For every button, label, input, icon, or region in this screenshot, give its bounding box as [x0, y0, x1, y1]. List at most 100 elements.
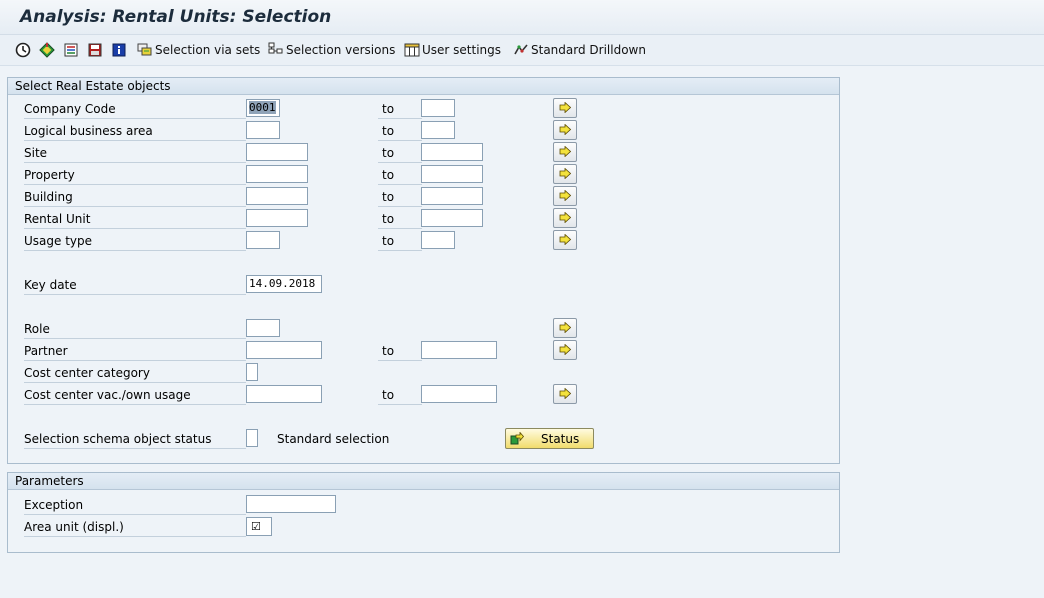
usage-type-label: Usage type	[24, 232, 246, 251]
role-label: Role	[24, 320, 246, 339]
building-to-input[interactable]	[421, 187, 483, 205]
selection-via-sets-button[interactable]: Selection via sets	[137, 40, 260, 60]
select-group-header: Select Real Estate objects	[8, 78, 839, 95]
rental-unit-from-input[interactable]	[246, 209, 308, 227]
rental-unit-multiple-button[interactable]	[553, 208, 577, 228]
building-from-input[interactable]	[246, 187, 308, 205]
get-variant-icon	[39, 42, 55, 58]
area-unit-label: Area unit (displ.)	[24, 518, 246, 537]
select-all-button[interactable]	[63, 40, 79, 60]
cost-center-vac-to-input[interactable]	[421, 385, 497, 403]
area-unit-checkbox[interactable]: ☑	[246, 517, 272, 536]
rental-unit-to-input[interactable]	[421, 209, 483, 227]
drilldown-icon	[514, 44, 528, 55]
role-input[interactable]	[246, 319, 280, 337]
status-button-label: Status	[541, 432, 580, 446]
multiple-selection-arrow-icon	[559, 212, 571, 223]
property-to-label: to	[378, 166, 422, 185]
multiple-selection-arrow-icon	[559, 344, 571, 355]
rental-unit-to-label: to	[378, 210, 422, 229]
partner-label: Partner	[24, 342, 246, 361]
user-settings-button[interactable]: User settings	[404, 40, 501, 60]
logical-business-area-to-input[interactable]	[421, 121, 455, 139]
key-date-input[interactable]: 14.09.2018	[246, 275, 322, 293]
multiple-selection-arrow-icon	[559, 168, 571, 179]
multiple-selection-arrow-icon	[559, 124, 571, 135]
get-variant-button[interactable]	[39, 40, 55, 60]
site-to-label: to	[378, 144, 422, 163]
execute-clock-icon	[15, 42, 31, 58]
parameters-group: Parameters Exception Area unit (displ.) …	[7, 472, 840, 553]
selection-schema-input[interactable]	[246, 429, 258, 447]
multiple-selection-arrow-icon	[559, 102, 571, 113]
rental-unit-label: Rental Unit	[24, 210, 246, 229]
usage-type-to-input[interactable]	[421, 231, 455, 249]
select-all-icon	[64, 43, 78, 57]
logical-business-area-label: Logical business area	[24, 122, 246, 141]
company-code-to-label: to	[378, 100, 422, 119]
site-label: Site	[24, 144, 246, 163]
logical-business-area-from-input[interactable]	[246, 121, 280, 139]
info-button[interactable]	[111, 40, 127, 60]
versions-icon	[268, 42, 283, 54]
save-variant-button[interactable]	[87, 40, 103, 60]
building-to-label: to	[378, 188, 422, 207]
property-multiple-button[interactable]	[553, 164, 577, 184]
building-multiple-button[interactable]	[553, 186, 577, 206]
multiple-selection-arrow-icon	[559, 146, 571, 157]
company-code-label: Company Code	[24, 100, 246, 119]
company-code-from-value: 0001	[249, 101, 276, 114]
usage-type-from-input[interactable]	[246, 231, 280, 249]
key-date-label: Key date	[24, 276, 246, 295]
site-to-input[interactable]	[421, 143, 483, 161]
partner-to-input[interactable]	[421, 341, 497, 359]
building-label: Building	[24, 188, 246, 207]
selection-schema-text: Standard selection	[277, 432, 390, 446]
multiple-selection-arrow-icon	[559, 388, 571, 399]
status-icon	[510, 432, 524, 445]
cost-center-vac-to-label: to	[378, 386, 422, 405]
standard-drilldown-label: Standard Drilldown	[531, 43, 646, 57]
sets-icon	[137, 43, 152, 56]
parameters-group-header: Parameters	[8, 473, 839, 490]
logical-business-area-to-label: to	[378, 122, 422, 141]
cost-center-category-input[interactable]	[246, 363, 258, 381]
standard-drilldown-button[interactable]: Standard Drilldown	[513, 40, 646, 60]
cost-center-vac-from-input[interactable]	[246, 385, 322, 403]
page-title: Analysis: Rental Units: Selection	[20, 7, 332, 27]
role-multiple-button[interactable]	[553, 318, 577, 338]
partner-to-label: to	[378, 342, 422, 361]
multiple-selection-arrow-icon	[559, 190, 571, 201]
partner-multiple-button[interactable]	[553, 340, 577, 360]
save-variant-icon	[88, 43, 102, 57]
partner-from-input[interactable]	[246, 341, 322, 359]
select-real-estate-group: Select Real Estate objects Company Code …	[7, 77, 840, 464]
property-from-input[interactable]	[246, 165, 308, 183]
selection-schema-label: Selection schema object status	[24, 430, 246, 449]
property-to-input[interactable]	[421, 165, 483, 183]
multiple-selection-arrow-icon	[559, 234, 571, 245]
property-label: Property	[24, 166, 246, 185]
selection-versions-button[interactable]: Selection versions	[268, 40, 395, 60]
logical-business-area-multiple-button[interactable]	[553, 120, 577, 140]
company-code-from-input[interactable]: 0001	[246, 99, 280, 117]
cost-center-vac-label: Cost center vac./own usage	[24, 386, 246, 405]
company-code-to-input[interactable]	[421, 99, 455, 117]
application-toolbar: Selection via sets Selection versions Us…	[0, 35, 1044, 96]
site-multiple-button[interactable]	[553, 142, 577, 162]
site-from-input[interactable]	[246, 143, 308, 161]
execute-button[interactable]	[15, 40, 31, 60]
exception-input[interactable]	[246, 495, 336, 513]
status-button[interactable]: Status	[505, 428, 594, 449]
usage-type-to-label: to	[378, 232, 422, 251]
title-bar: Analysis: Rental Units: Selection	[0, 0, 1044, 35]
user-settings-label: User settings	[422, 43, 502, 57]
cost-center-vac-multiple-button[interactable]	[553, 384, 577, 404]
cost-center-category-label: Cost center category	[24, 364, 246, 383]
selection-versions-label: Selection versions	[286, 43, 396, 57]
usage-type-multiple-button[interactable]	[553, 230, 577, 250]
multiple-selection-arrow-icon	[559, 322, 571, 333]
company-code-multiple-button[interactable]	[553, 98, 577, 118]
exception-label: Exception	[24, 496, 246, 515]
user-settings-icon	[404, 43, 420, 57]
